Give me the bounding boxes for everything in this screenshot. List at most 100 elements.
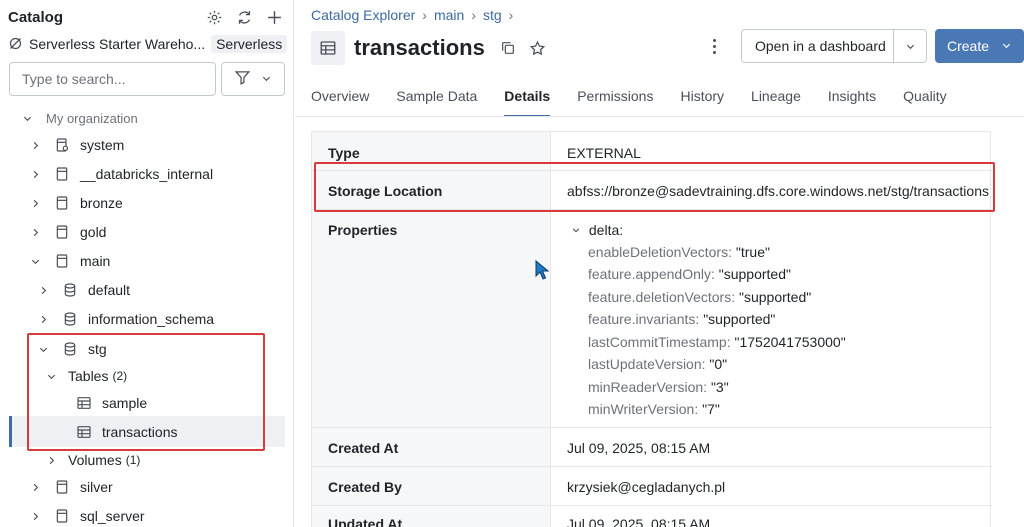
chevron-right-icon: › <box>422 7 427 23</box>
tree-group-count: (2) <box>112 369 128 383</box>
tab-history[interactable]: History <box>680 88 724 116</box>
chevron-down-icon <box>44 369 58 383</box>
chevron-right-icon: › <box>508 7 514 23</box>
chevron-right-icon <box>28 509 42 523</box>
tree-item-label: system <box>80 137 125 153</box>
chevron-right-icon <box>28 225 42 239</box>
gear-icon[interactable] <box>205 8 223 26</box>
tree-item-bronze[interactable]: bronze <box>28 189 123 217</box>
catalog-sidebar: Catalog Serverless Starter Wareho... Ser… <box>0 0 294 527</box>
kebab-menu-icon[interactable] <box>709 36 719 56</box>
tree-item-information-schema[interactable]: information_schema <box>36 305 214 333</box>
tree-item-label: sql_server <box>80 508 145 524</box>
schema-icon <box>62 341 78 357</box>
tree-item-label: transactions <box>102 424 178 440</box>
tree-item-databricks-internal[interactable]: __databricks_internal <box>28 160 213 188</box>
property-item: minWriterVersion: "7" <box>588 401 720 417</box>
table-icon <box>311 31 345 65</box>
chevron-down-icon[interactable] <box>893 30 926 62</box>
catalog-icon <box>54 224 70 240</box>
tree-item-label: sample <box>102 395 148 411</box>
tree-item-gold[interactable]: gold <box>28 218 106 246</box>
tree-item-label: default <box>88 282 131 298</box>
create-button[interactable]: Create <box>935 29 1024 63</box>
tree-org[interactable]: My organization <box>20 104 138 132</box>
compute-badge: Serverless <box>211 35 288 53</box>
tab-overview[interactable]: Overview <box>311 88 369 116</box>
tree-item-system[interactable]: system <box>28 131 124 159</box>
property-item: feature.appendOnly: "supported" <box>588 266 791 282</box>
refresh-icon[interactable] <box>235 8 253 26</box>
tab-lineage[interactable]: Lineage <box>751 88 801 116</box>
tab-quality[interactable]: Quality <box>903 88 947 116</box>
schema-icon <box>62 282 78 298</box>
tree-group-volumes[interactable]: Volumes (1) <box>44 446 140 474</box>
search-input[interactable] <box>22 71 203 87</box>
filter-button[interactable] <box>221 62 285 96</box>
tab-insights[interactable]: Insights <box>828 88 876 116</box>
chevron-down-icon <box>1001 38 1012 54</box>
details-value: krzysiek@cegladanych.pl <box>567 479 726 495</box>
star-icon[interactable] <box>529 39 547 57</box>
property-item: feature.invariants: "supported" <box>588 311 776 327</box>
properties-group[interactable]: delta: <box>571 222 623 238</box>
tree-item-label: main <box>80 253 111 269</box>
chevron-right-icon <box>36 312 50 326</box>
breadcrumb-link-catalog-explorer[interactable]: Catalog Explorer <box>311 7 415 23</box>
breadcrumb-link-stg[interactable]: stg <box>483 7 502 23</box>
property-item: feature.deletionVectors: "supported" <box>588 289 812 305</box>
compute-selector[interactable]: Serverless Starter Wareho... Serverless … <box>8 34 290 54</box>
tree-item-stg[interactable]: stg <box>36 335 107 363</box>
schema-icon <box>62 311 78 327</box>
tree-group-tables[interactable]: Tables (2) <box>44 362 127 390</box>
details-key: Created By <box>328 479 402 495</box>
tab-sample-data[interactable]: Sample Data <box>396 88 477 116</box>
details-row-updated-at: Updated At Jul 09, 2025, 08:15 AM <box>312 506 992 527</box>
tree-item-transactions[interactable]: transactions <box>76 418 177 446</box>
chevron-down-icon <box>572 228 580 233</box>
tree-group-label: Tables <box>68 368 109 384</box>
tree-item-label: stg <box>88 341 107 357</box>
selected-row-indicator <box>9 416 12 447</box>
chevron-down-icon <box>36 342 50 356</box>
compute-name: Serverless Starter Wareho... <box>29 36 206 52</box>
breadcrumb: Catalog Explorer › main › stg › <box>311 7 513 23</box>
sidebar-header: Catalog <box>8 7 283 27</box>
tab-details[interactable]: Details <box>504 88 550 117</box>
chevron-down-icon <box>261 71 272 87</box>
table-icon <box>76 395 92 411</box>
open-in-dashboard-button[interactable]: Open in a dashboard <box>741 29 927 63</box>
filter-icon <box>234 69 251 89</box>
tree-item-label: gold <box>80 224 107 240</box>
catalog-icon <box>54 253 70 269</box>
plus-icon[interactable] <box>265 8 283 26</box>
chevron-right-icon <box>44 453 58 467</box>
chevron-right-icon <box>28 196 42 210</box>
tree-item-default[interactable]: default <box>36 276 130 304</box>
copy-icon[interactable] <box>499 39 517 57</box>
details-row-created-at: Created At Jul 09, 2025, 08:15 AM <box>312 428 992 467</box>
tree-item-sql-server[interactable]: sql_server <box>28 502 145 527</box>
tree-org-label: My organization <box>46 110 138 126</box>
details-row-type: Type EXTERNAL <box>312 132 992 171</box>
tree-item-label: bronze <box>80 195 123 211</box>
details-key: Storage Location <box>328 183 443 199</box>
details-row-created-by: Created By krzysiek@cegladanych.pl <box>312 467 992 506</box>
tab-permissions[interactable]: Permissions <box>577 88 653 116</box>
tree-item-main[interactable]: main <box>28 247 110 275</box>
catalog-icon <box>54 166 70 182</box>
system-catalog-icon <box>54 137 70 153</box>
tree-item-silver[interactable]: silver <box>28 473 113 501</box>
tab-bar: Overview Sample Data Details Permissions… <box>311 88 974 117</box>
property-item: minReaderVersion: "3" <box>588 379 729 395</box>
tree-item-label: __databricks_internal <box>80 166 214 182</box>
tree-item-sample[interactable]: sample <box>76 389 147 417</box>
details-value: Jul 09, 2025, 08:15 AM <box>567 516 711 527</box>
chevron-right-icon <box>36 283 50 297</box>
search-box[interactable] <box>9 62 216 96</box>
catalog-icon <box>54 195 70 211</box>
breadcrumb-link-main[interactable]: main <box>434 7 464 23</box>
chevron-right-icon <box>28 138 42 152</box>
details-key: Properties <box>328 222 398 238</box>
title-row: transactions <box>311 30 547 66</box>
